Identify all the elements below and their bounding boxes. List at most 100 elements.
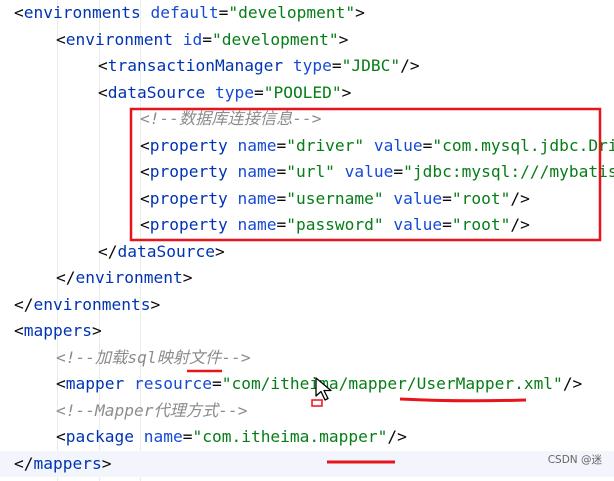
code-token: environment [75,268,183,287]
code-line[interactable]: <environment id="development"> [0,27,614,54]
code-token: "development" [211,29,339,49]
code-token: > [338,29,349,49]
code-token: "com.itheima.mapper" [192,427,388,446]
code-token: "com.mysql.jdbc.Driver" [432,135,614,155]
code-token: property [149,215,228,234]
code-token: > [101,453,112,473]
code-line[interactable]: </dataSource> [0,239,614,266]
code-token: value [364,135,423,155]
code-token: = [442,188,452,208]
code-token: < [56,427,66,446]
code-token: <!--Mapper代理方式--> [56,400,248,420]
code-token: > [341,82,352,102]
code-line[interactable]: <mappers> [0,318,614,345]
code-token: type [205,82,254,102]
code-token: mapper [65,374,125,393]
code-token: = [218,3,229,22]
code-token: value [334,162,394,181]
code-token: mappers [23,321,92,340]
code-token: environments [23,3,141,22]
code-token: < [140,188,150,208]
code-token: = [276,215,287,234]
code-token: = [211,374,222,393]
code-editor[interactable]: <environments default="development"> <env… [0,0,614,481]
code-token: < [56,374,66,393]
code-token: > [91,321,102,340]
code-line[interactable]: <mapper resource="com/itheima/mapper/Use… [0,371,614,398]
code-line[interactable]: <!--数据库连接信息--> [0,106,614,133]
code-token: "password" [286,215,384,234]
code-token: /> [562,374,583,393]
code-line[interactable]: <property name="driver" value="com.mysql… [0,133,614,160]
code-token: < [98,56,108,75]
code-token: = [276,135,287,155]
code-token: > [182,268,193,287]
code-token: </ [14,453,34,473]
code-token: name [227,135,277,155]
code-token: name [133,427,183,446]
code-token: <!--加载sql映射文件--> [56,347,251,367]
code-token: "com/itheima/mapper/UserMapper.xml" [221,374,563,393]
code-token: environment [65,29,173,49]
code-token: property [149,188,228,208]
code-token: value [383,215,443,234]
code-token: dataSource [117,241,215,261]
code-token: resource [124,374,212,393]
code-token: < [56,29,66,49]
code-token: /> [510,215,530,234]
code-token: id [172,29,203,49]
code-token: > [214,241,225,261]
code-line[interactable]: <environments default="development"> [0,0,614,27]
code-line[interactable]: <property name="username" value="root"/> [0,186,614,213]
code-token: mappers [33,453,102,473]
code-line[interactable]: </environment> [0,265,614,292]
code-token: /> [387,427,407,446]
code-line[interactable]: <!--Mapper代理方式--> [0,398,614,425]
code-line[interactable]: </mappers> [0,450,614,477]
code-token: type [283,56,332,75]
code-token: < [140,215,150,234]
code-token: package [65,427,134,446]
cursor-arrow-icon [315,377,332,401]
code-token: environments [33,294,151,314]
code-token: = [253,82,264,102]
code-token: < [14,3,24,22]
code-token: "JDBC" [341,56,401,75]
code-token: /> [400,56,420,75]
code-token: = [422,135,433,155]
code-token: = [182,427,193,446]
code-line[interactable]: <dataSource type="POOLED"> [0,80,614,107]
code-token: "url" [286,162,335,181]
code-token: value [383,188,443,208]
code-token: = [202,29,212,49]
code-token: < [140,162,150,181]
code-token: = [276,162,287,181]
code-token: </ [14,294,34,314]
code-token: "POOLED" [263,82,342,102]
code-line[interactable]: <transactionManager type="JDBC"/> [0,53,614,80]
code-token: name [227,162,277,181]
code-line[interactable]: <!--加载sql映射文件--> [0,345,614,372]
code-token: = [393,162,404,181]
code-line[interactable]: <property name="password" value="root"/> [0,212,614,239]
watermark: CSDN @迷 [547,453,602,466]
code-token: name [227,215,277,234]
code-token: /> [510,188,530,208]
code-token: = [442,215,452,234]
code-line[interactable]: <package name="com.itheima.mapper"/> [0,424,614,451]
code-token: = [276,188,287,208]
code-token: "root" [451,188,511,208]
code-token: </ [98,241,118,261]
code-token: default [140,3,219,22]
code-token: "username" [286,188,384,208]
code-token: property [149,162,228,181]
code-token: name [227,188,277,208]
code-line[interactable]: <property name="url" value="jdbc:mysql:/… [0,159,614,186]
code-token: property [149,135,228,155]
code-token: "development" [228,3,356,22]
code-token: transactionManager [107,56,284,75]
code-token: < [14,321,24,340]
code-line[interactable]: </environments> [0,292,614,319]
code-token: < [98,82,108,102]
code-token: "driver" [286,135,365,155]
